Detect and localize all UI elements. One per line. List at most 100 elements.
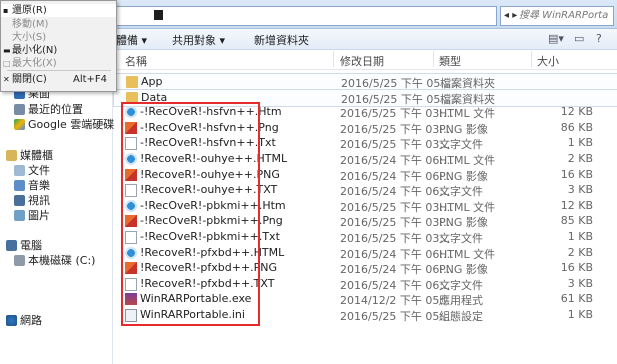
highlight-box xyxy=(121,102,260,326)
file-date: 2016/5/25 下午 05:... xyxy=(340,310,454,323)
nav-item-local-disk[interactable]: 本機磁碟 (C:) xyxy=(14,252,95,268)
nav-item-network[interactable]: 網路 xyxy=(6,312,42,328)
file-size: 3 KB xyxy=(567,183,593,197)
column-name[interactable]: 名稱 xyxy=(125,53,147,69)
file-type: 組態設定 xyxy=(439,310,483,323)
nav-item-music[interactable]: 音樂 xyxy=(14,177,50,193)
nav-item-documents[interactable]: 文件 xyxy=(14,162,50,178)
file-size: 1 KB xyxy=(567,136,593,150)
navigation-pane: 桌面 最近的位置 Google 雲端硬碟 媒體櫃 文件 音樂 視訊 圖片 電腦 … xyxy=(0,49,114,364)
file-date: 2016/5/24 下午 06:... xyxy=(340,154,454,167)
search-box[interactable]: ◂ ▸ 搜尋 WinRARPorta xyxy=(500,6,614,26)
view-options-icon[interactable]: ▤▾ xyxy=(548,32,564,45)
videos-icon xyxy=(14,194,25,206)
file-type: 文字文件 xyxy=(439,185,483,199)
preview-pane-icon[interactable]: ▭ xyxy=(574,32,584,45)
menu-item-label: 關閉(C) xyxy=(12,74,47,85)
recent-places-icon xyxy=(14,103,25,115)
file-size: 86 KB xyxy=(560,120,593,134)
file-size: 2 KB xyxy=(567,152,593,165)
file-type: PNG 影像 xyxy=(439,216,488,230)
file-size: 12 KB xyxy=(560,198,593,212)
menu-item-label: 最小化(N) xyxy=(12,45,58,56)
menu-item-label: 大小(S) xyxy=(12,32,47,43)
system-menu-item: 移動(M) xyxy=(1,18,116,31)
file-date: 2016/5/24 下午 06:... xyxy=(340,278,454,292)
file-type: 文字文件 xyxy=(439,138,483,152)
column-header: 名稱 修改日期 類型 大小 xyxy=(113,49,617,70)
pictures-icon xyxy=(14,209,25,221)
file-size: 16 KB xyxy=(560,167,593,181)
hard-disk-icon xyxy=(14,254,25,266)
nav-item-videos[interactable]: 視訊 xyxy=(14,192,50,208)
file-date: 2016/5/24 下午 06:... xyxy=(340,247,454,261)
column-size[interactable]: 大小 xyxy=(537,53,559,69)
file-type: HTML 文件 xyxy=(439,200,496,214)
share-with-button[interactable]: 共用對象 ▾ xyxy=(172,32,225,48)
file-date: 2016/5/24 下午 06:... xyxy=(340,263,454,277)
documents-icon xyxy=(14,164,25,176)
menu-item-label: 移動(M) xyxy=(12,19,49,30)
menu-glyph-icon: ▬ xyxy=(3,46,11,55)
search-placeholder: 搜尋 WinRARPorta xyxy=(519,10,609,21)
nav-item-libraries[interactable]: 媒體櫃 xyxy=(6,147,53,163)
file-size: 12 KB xyxy=(560,105,593,119)
nav-item-google-drive[interactable]: Google 雲端硬碟 xyxy=(14,116,114,132)
network-icon xyxy=(6,314,17,326)
file-date: 2016/5/24 下午 06:... xyxy=(340,169,454,183)
file-date: 2016/5/25 下午 03:... xyxy=(340,122,454,136)
folder-file-icon xyxy=(126,76,138,88)
column-separator[interactable] xyxy=(333,51,334,67)
file-type: 文字文件 xyxy=(439,232,483,245)
menu-item-label: 還原(R) xyxy=(12,5,47,16)
nav-item-pictures[interactable]: 圖片 xyxy=(14,207,50,223)
file-type: 文字文件 xyxy=(439,278,483,292)
file-type: HTML 文件 xyxy=(439,107,496,121)
system-menu-item: 大小(S) xyxy=(1,31,116,44)
file-type: HTML 文件 xyxy=(439,154,496,167)
file-name: App xyxy=(141,75,163,88)
column-separator[interactable] xyxy=(531,51,532,67)
new-folder-button[interactable]: 新增資料夾 xyxy=(254,32,309,48)
libraries-icon xyxy=(6,149,17,161)
menu-glyph-icon: ▪ xyxy=(3,6,9,15)
menu-item-shortcut: Alt+F4 xyxy=(73,74,108,85)
file-type: PNG 影像 xyxy=(439,263,488,277)
nav-item-recent[interactable]: 最近的位置 xyxy=(14,101,83,117)
system-menu-item[interactable]: ✕ 關閉(C) Alt+F4 xyxy=(1,73,116,86)
google-drive-icon xyxy=(14,118,25,130)
nav-arrows-icon[interactable]: ◂ ▸ xyxy=(504,7,517,25)
system-menu: ▪ 還原(R) 移動(M) 大小(S) ▬ 最小化(N) □ 最大化(X) ✕ 關閉(C) Alt+… xyxy=(0,0,117,92)
menu-item-label: 最大化(X) xyxy=(12,58,57,69)
file-size: 1 KB xyxy=(567,230,593,243)
address-bar[interactable] xyxy=(115,6,497,26)
system-menu-item[interactable]: ▬ 最小化(N) xyxy=(1,44,116,57)
file-size: 61 KB xyxy=(560,292,593,306)
file-date: 2016/5/25 下午 03:... xyxy=(340,138,454,152)
file-date: 2016/5/25 下午 03:... xyxy=(340,216,454,230)
computer-icon xyxy=(6,239,17,251)
file-size: 1 KB xyxy=(567,308,593,321)
nav-item-computer[interactable]: 電腦 xyxy=(6,237,42,253)
column-type[interactable]: 類型 xyxy=(439,53,461,69)
help-icon[interactable]: ? xyxy=(596,32,602,45)
menu-separator xyxy=(7,70,111,71)
file-date: 2014/12/2 下午 05:... xyxy=(340,294,454,308)
file-size: 2 KB xyxy=(567,245,593,259)
menu-glyph-icon: □ xyxy=(3,59,11,68)
music-icon xyxy=(14,179,25,191)
organize-button[interactable]: 體備 ▾ xyxy=(116,32,147,48)
breadcrumb-arrow-icon[interactable] xyxy=(154,10,163,20)
file-size: 3 KB xyxy=(567,276,593,290)
column-separator[interactable] xyxy=(433,51,434,67)
file-size: 16 KB xyxy=(560,261,593,275)
file-type: 應用程式 xyxy=(439,294,483,308)
file-type: PNG 影像 xyxy=(439,169,488,183)
system-menu-item: □ 最大化(X) xyxy=(1,57,116,70)
system-menu-item[interactable]: ▪ 還原(R) xyxy=(1,4,116,17)
file-date: 2016/5/25 下午 03:... xyxy=(340,232,454,245)
file-date: 2016/5/24 下午 06:... xyxy=(340,185,454,199)
file-date: 2016/5/25 下午 03:... xyxy=(340,200,454,214)
column-date[interactable]: 修改日期 xyxy=(340,53,384,69)
explorer-window: ◂ ▸ 搜尋 WinRARPorta 體備 ▾ 共用對象 ▾ 新增資料夾 ▤▾ … xyxy=(0,0,617,364)
